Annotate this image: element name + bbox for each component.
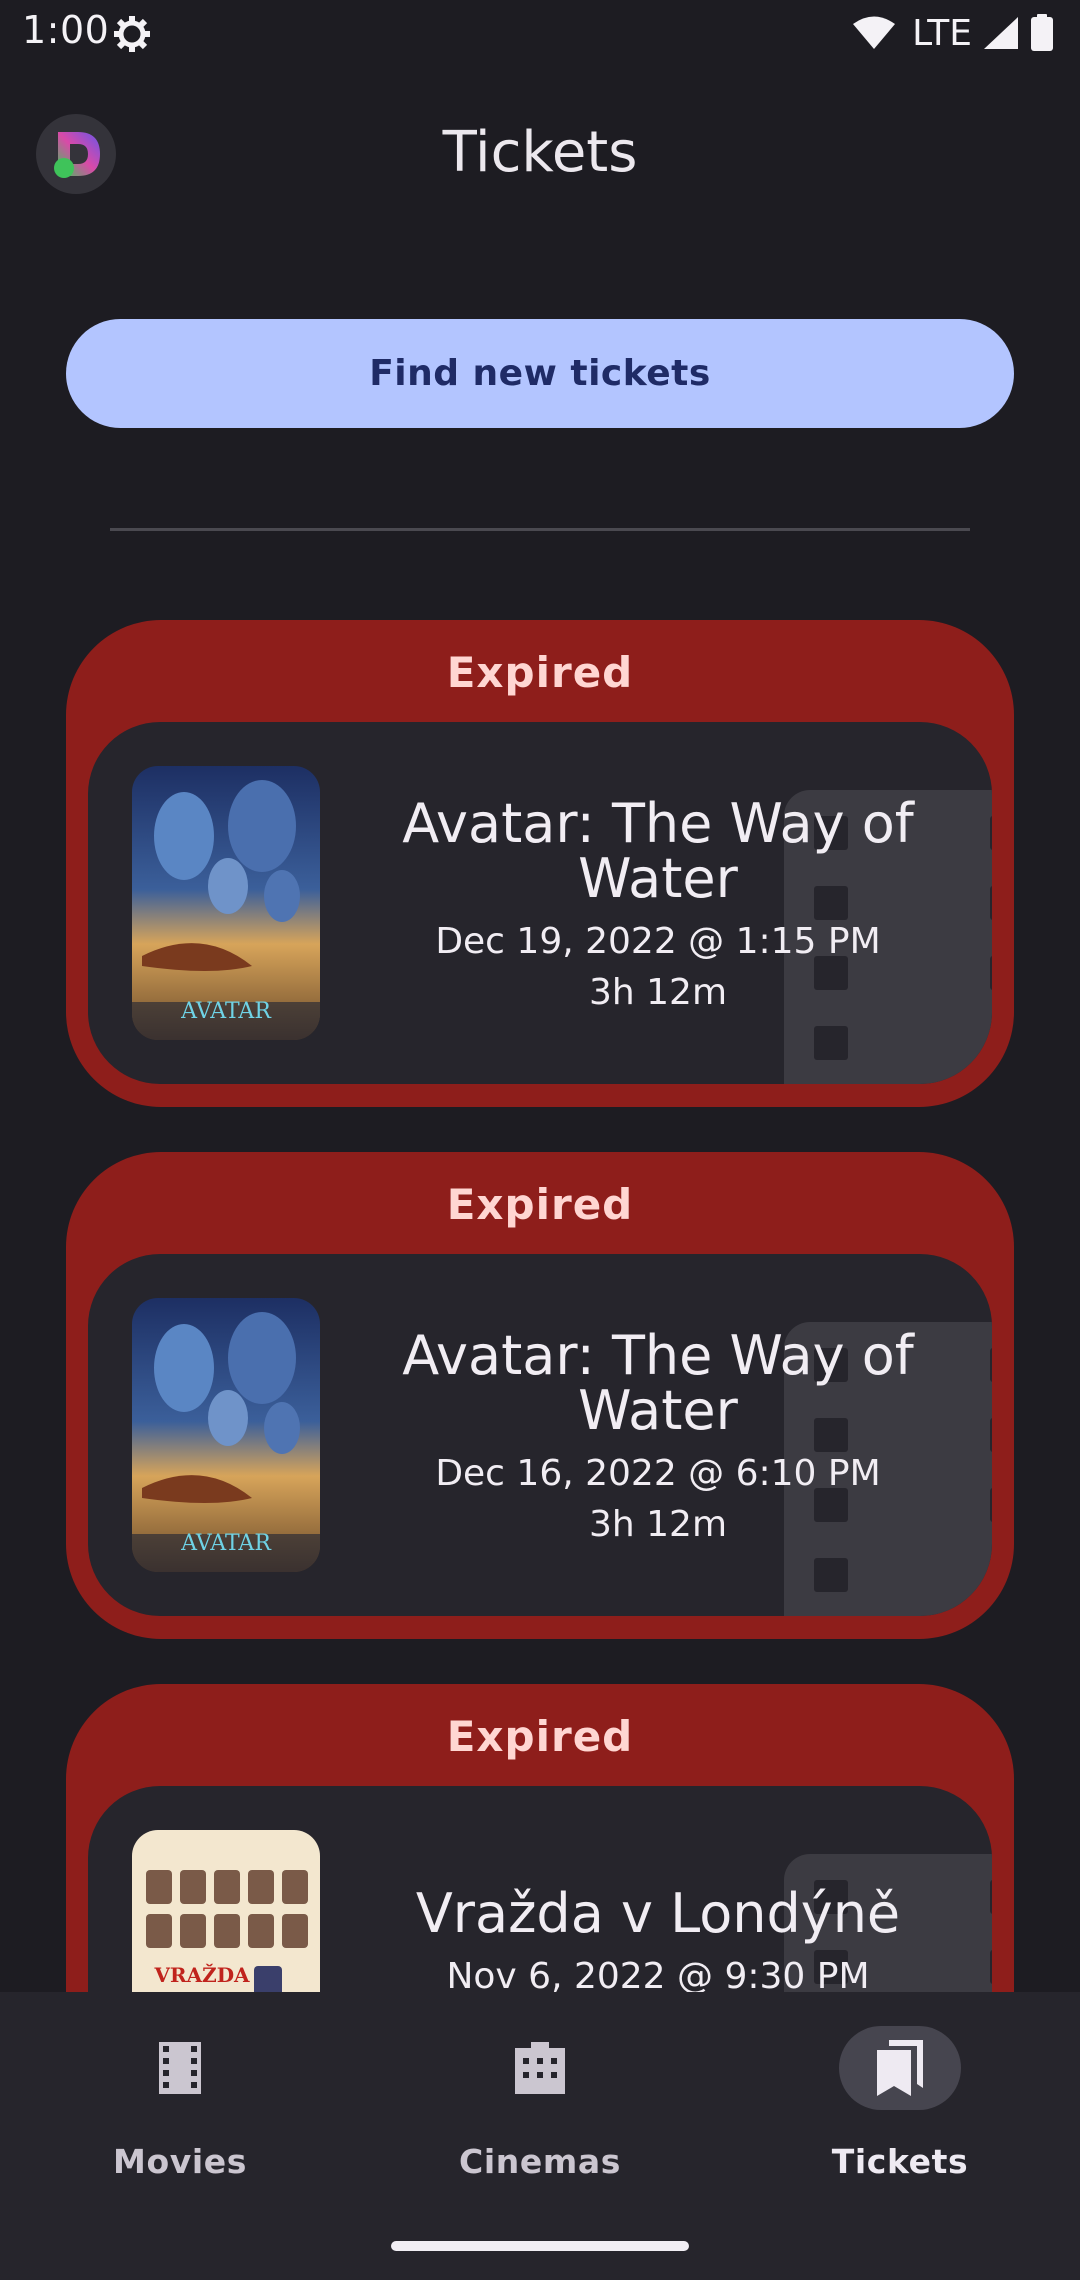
app-root: 1:00 LTE Tickets Find new tickets Expire… [0,0,1080,2280]
poster-title-text: AVATAR [180,1531,272,1556]
ticket-status-badge: Expired [446,1180,634,1229]
ticket-details: AVATAR Avatar: The Way of Water Dec 16, … [88,1254,992,1616]
movie-title: Vražda v Londýně [415,1882,901,1945]
nav-label-tickets: Tickets [831,2142,969,2181]
ticket-info: Avatar: The Way of Water Dec 19, 2022 @ … [358,796,958,1018]
ticket-card[interactable]: Expired [66,620,1014,1107]
movie-poster: VRAŽDA [132,1830,320,1992]
nav-label-cinemas: Cinemas [459,2142,621,2181]
movie-poster: AVATAR [132,1298,320,1572]
ticket-info: Vražda v Londýně Nov 6, 2022 @ 9:30 PM [358,1886,958,1992]
home-indicator[interactable] [391,2241,689,2251]
page-title: Tickets [442,120,638,185]
cinema-icon [515,2042,565,2094]
showtime: Dec 19, 2022 @ 1:15 PM [435,921,881,962]
movie-title: Avatar: The Way of Water [402,792,914,910]
ticket-details: AVATAR Avatar: The Way of Water Dec 19, … [88,722,992,1084]
ticket-info: Avatar: The Way of Water Dec 16, 2022 @ … [358,1328,958,1550]
showtime: Dec 16, 2022 @ 6:10 PM [435,1453,881,1494]
divider [110,528,970,531]
tickets-list[interactable]: Tickets Find new tickets Expired AVATAR … [0,0,1080,1992]
bottom-navigation: Movies Cinemas Tickets [0,1992,1080,2280]
find-new-tickets-label: Find new tickets [369,353,711,394]
poster-title-text: AVATAR [180,999,272,1024]
nav-label-movies: Movies [113,2142,247,2181]
ticket-status-badge: Expired [446,1712,634,1761]
showtime: Nov 6, 2022 @ 9:30 PM [446,1956,870,1992]
nav-item-cinemas[interactable]: Cinemas [360,1992,720,2192]
movie-poster: AVATAR [132,766,320,1040]
nav-item-tickets[interactable]: Tickets [720,1992,1080,2192]
film-icon [159,2042,201,2094]
poster-title-text: VRAŽDA [153,1963,250,1987]
ticket-card[interactable]: Expired [66,1684,1014,1992]
duration: 3h 12m [588,1504,728,1545]
ticket-status-badge: Expired [446,648,634,697]
duration: 3h 12m [588,972,728,1013]
movie-title: Avatar: The Way of Water [402,1324,914,1442]
find-new-tickets-button[interactable]: Find new tickets [66,319,1014,428]
ticket-bookmark-icon [877,2040,923,2096]
ticket-card[interactable]: Expired [66,1152,1014,1639]
nav-item-movies[interactable]: Movies [0,1992,360,2192]
ticket-details: VRAŽDA Vražda v Londýně Nov 6, 2022 @ 9:… [88,1786,992,1992]
